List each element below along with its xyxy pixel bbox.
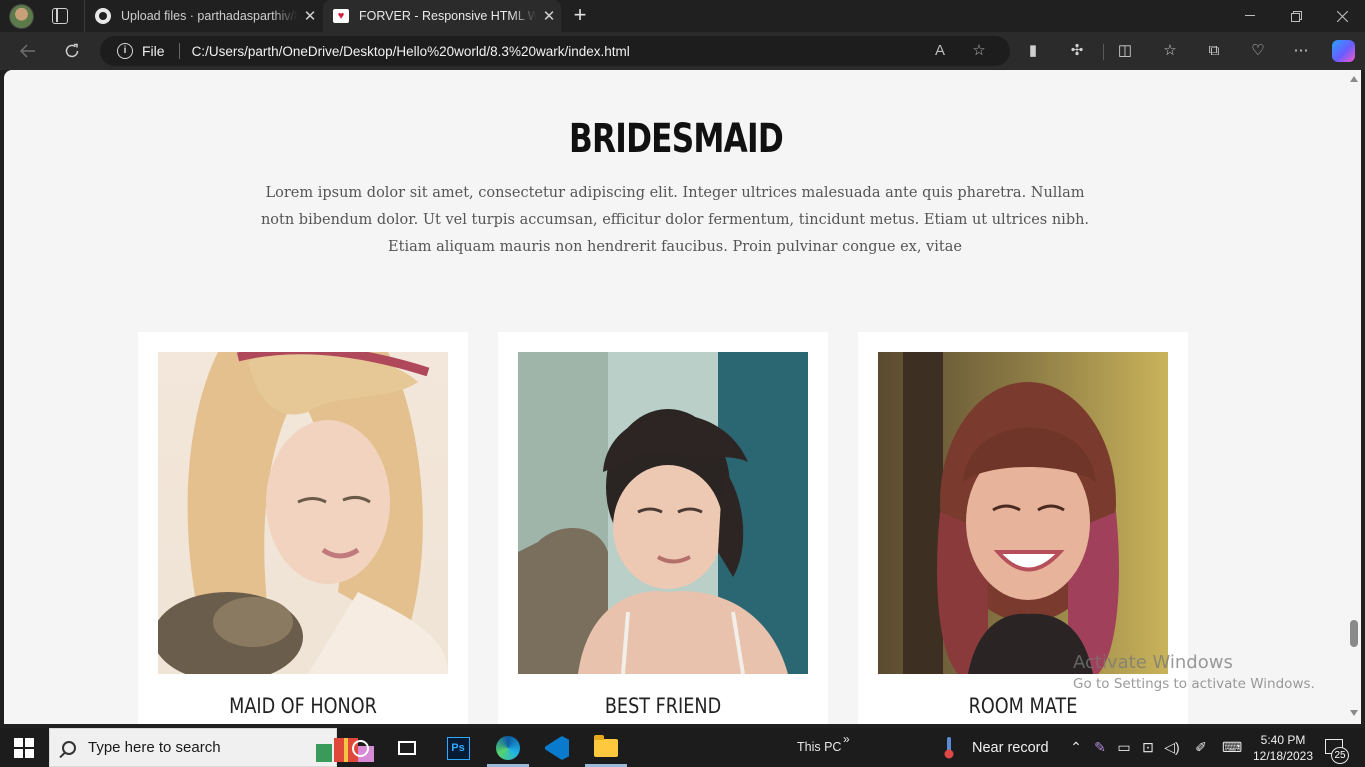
address-url[interactable]: C:/Users/parth/OneDrive/Desktop/Hello%20… (192, 44, 630, 59)
minimize-icon (1245, 15, 1255, 16)
photoshop-icon: Ps (446, 736, 470, 760)
restore-button[interactable] (1273, 0, 1319, 32)
heart-icon: ♥ (333, 8, 349, 24)
vscode-button[interactable] (541, 732, 573, 764)
back-arrow-icon (20, 44, 35, 58)
cortana-icon (351, 739, 369, 757)
extensions-icon[interactable]: ✣ (1067, 41, 1087, 61)
new-tab-button[interactable]: + (569, 3, 591, 29)
profile-avatar[interactable] (9, 4, 34, 29)
section-title: BRIDESMAID (568, 116, 784, 162)
toolbar-expand-icon[interactable]: » (843, 732, 850, 746)
task-view-button[interactable] (391, 732, 423, 764)
info-icon[interactable]: i (117, 43, 133, 59)
card-name: MAID OF HONOR (229, 694, 377, 718)
taskbar-toolbar-label[interactable]: This PC (797, 740, 841, 754)
collections-icon[interactable]: ⧉ (1204, 41, 1224, 61)
file-explorer-button[interactable] (590, 732, 622, 764)
close-icon (1336, 10, 1348, 22)
browser-tab-forver[interactable]: ♥ FORVER - Responsive HTML Wedding Templ… (323, 0, 561, 32)
minimize-button[interactable] (1227, 0, 1273, 32)
section-description: Lorem ipsum dolor sit amet, consectetur … (260, 185, 1090, 255)
address-scheme: File (142, 43, 165, 59)
reload-icon (65, 43, 79, 58)
pen-workspace-icon[interactable]: ✐ (1192, 738, 1210, 756)
show-hidden-icons-icon[interactable]: ⌃ (1067, 738, 1085, 756)
tab-title: FORVER - Responsive HTML Wedding Templat… (359, 9, 537, 23)
scroll-up-icon[interactable] (1350, 76, 1358, 82)
folder-icon (594, 735, 618, 757)
bridesmaid-photo (518, 352, 808, 674)
cortana-button[interactable] (344, 732, 376, 764)
scrollbar-thumb[interactable] (1350, 620, 1358, 647)
toolbar-separator (1103, 44, 1104, 60)
bridesmaid-photo (878, 352, 1168, 674)
watermark-subtitle: Go to Settings to activate Windows. (1073, 676, 1315, 692)
reader-icon[interactable]: ▮ (1023, 41, 1043, 61)
copilot-icon[interactable] (1332, 40, 1355, 62)
address-separator (178, 43, 180, 59)
volume-icon[interactable]: ◁) (1163, 738, 1181, 756)
clock-time: 5:40 PM (1260, 733, 1306, 747)
clock-date: 12/18/2023 (1252, 749, 1314, 763)
notification-badge: 25 (1331, 747, 1349, 764)
photoshop-button[interactable]: Ps (442, 732, 474, 764)
favorites-icon[interactable]: ☆ (1160, 41, 1180, 61)
weather-text[interactable]: Near record (972, 740, 1049, 756)
tab-title: Upload files · parthadasparthiv/8.3-wark (121, 9, 298, 23)
edge-icon (496, 736, 520, 760)
network-icon[interactable]: ⊡ (1139, 738, 1157, 756)
reload-button[interactable] (58, 37, 86, 65)
close-window-button[interactable] (1319, 0, 1365, 32)
scroll-down-icon[interactable] (1350, 710, 1358, 716)
address-bar[interactable]: i File C:/Users/parth/OneDrive/Desktop/H… (100, 36, 1010, 66)
browser-toolbar: i File C:/Users/parth/OneDrive/Desktop/H… (0, 32, 1365, 70)
close-tab-icon[interactable]: ✕ (298, 7, 322, 25)
bridesmaid-card: BEST FRIEND (498, 332, 828, 724)
card-name: BEST FRIEND (604, 694, 722, 718)
bridesmaid-photo (158, 352, 448, 674)
restore-icon (1290, 10, 1302, 22)
watermark-title: Activate Windows (1073, 652, 1233, 673)
tab-actions-icon[interactable] (52, 8, 68, 24)
task-view-icon (398, 741, 416, 755)
read-aloud-icon[interactable]: A (930, 41, 950, 61)
search-icon (62, 740, 76, 755)
keyboard-icon[interactable]: ⌨ (1222, 738, 1242, 756)
bridesmaid-card: MAID OF HONOR (138, 332, 468, 724)
browser-tab-strip: Upload files · parthadasparthiv/8.3-wark… (0, 0, 1365, 32)
power-icon[interactable]: ▭ (1115, 738, 1133, 756)
page-scrollbar[interactable] (1348, 70, 1361, 724)
portrait-image (518, 352, 808, 674)
portrait-image (878, 352, 1168, 674)
pen-icon[interactable]: ✎ (1091, 738, 1109, 756)
card-name: ROOM MATE (968, 694, 1078, 718)
favorite-star-icon[interactable]: ☆ (969, 41, 989, 61)
thermometer-icon (944, 737, 954, 759)
windows-taskbar: Type here to search Ps This PC » Near re… (0, 728, 1365, 767)
portrait-image (158, 352, 448, 674)
split-screen-icon[interactable]: ◫ (1115, 41, 1135, 61)
browser-tab-github[interactable]: Upload files · parthadasparthiv/8.3-wark… (84, 0, 322, 32)
taskbar-search-box[interactable]: Type here to search (49, 728, 374, 767)
vscode-icon (545, 736, 569, 760)
close-tab-icon[interactable]: ✕ (537, 7, 561, 25)
edge-button[interactable] (492, 732, 524, 764)
taskbar-clock[interactable]: 5:40 PM 12/18/2023 (1251, 732, 1315, 764)
activate-windows-watermark: Activate Windows Go to Settings to activ… (1073, 652, 1315, 692)
github-icon (95, 8, 111, 24)
performance-icon[interactable]: ♡ (1248, 41, 1268, 61)
page-viewport: BRIDESMAID Lorem ipsum dolor sit amet, c… (4, 70, 1348, 724)
search-placeholder: Type here to search (88, 739, 221, 756)
more-menu-icon[interactable]: ⋯ (1291, 41, 1311, 61)
back-button[interactable] (14, 37, 42, 65)
windows-start-icon[interactable] (14, 738, 34, 758)
